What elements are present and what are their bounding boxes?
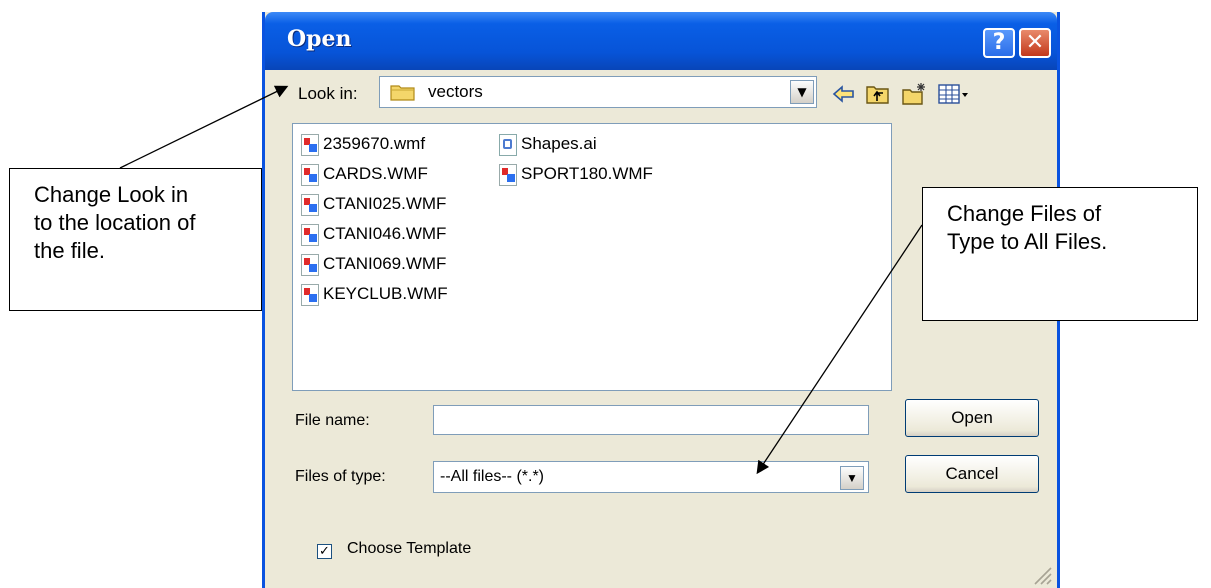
callout-filetype-line: Change Files of: [947, 201, 1102, 226]
view-menu-icon[interactable]: [937, 82, 971, 106]
callout-lookin-line: the file.: [34, 238, 105, 263]
open-button[interactable]: Open: [905, 399, 1039, 437]
filetype-label: Files of type:: [295, 468, 386, 485]
callout-lookin-line: to the location of: [34, 210, 196, 235]
resize-grip-icon[interactable]: [1031, 564, 1053, 586]
lookin-label: Look in:: [298, 84, 358, 103]
cancel-button[interactable]: Cancel: [905, 455, 1039, 493]
wmf-file-icon: [499, 163, 517, 186]
lookin-dropdown[interactable]: vectors ▼: [379, 76, 817, 108]
callout-filetype-line: Type to All Files.: [947, 229, 1108, 254]
wmf-file-icon: [301, 133, 319, 156]
filetype-chevron-down-icon[interactable]: ▼: [840, 466, 864, 490]
list-item[interactable]: CTANI025.WMF: [301, 190, 446, 218]
list-item[interactable]: KEYCLUB.WMF: [301, 280, 448, 308]
callout-filetype: Change Files of Type to All Files.: [922, 187, 1198, 321]
back-arrow-icon[interactable]: [831, 82, 857, 106]
wmf-file-icon: [301, 163, 319, 186]
ai-file-icon: [499, 133, 517, 156]
dialog-title: Open: [287, 26, 352, 52]
file-list[interactable]: 2359670.wmf CARDS.WMF CTANI025.WMF CTANI…: [292, 123, 892, 391]
filetype-value: --All files-- (*.*): [440, 468, 544, 485]
lookin-value: vectors: [428, 82, 483, 101]
wmf-file-icon: [301, 283, 319, 306]
callout-lookin: Change Look in to the location of the fi…: [9, 168, 262, 311]
wmf-file-icon: [301, 193, 319, 216]
wmf-file-icon: [301, 223, 319, 246]
choose-template-checkbox[interactable]: ✓: [317, 544, 332, 559]
callout-lookin-line: Change Look in: [34, 182, 189, 207]
title-bar[interactable]: Open ? ✕: [265, 12, 1057, 70]
help-button[interactable]: ?: [983, 28, 1015, 58]
filename-input[interactable]: [433, 405, 869, 435]
filetype-dropdown[interactable]: --All files-- (*.*) ▼: [433, 461, 869, 493]
choose-template-label: Choose Template: [347, 540, 472, 557]
close-button[interactable]: ✕: [1019, 28, 1051, 58]
list-item[interactable]: 2359670.wmf: [301, 130, 425, 158]
up-folder-icon[interactable]: [865, 82, 891, 106]
new-folder-icon[interactable]: [901, 82, 927, 106]
list-item[interactable]: CTANI046.WMF: [301, 220, 446, 248]
filename-label: File name:: [295, 412, 370, 429]
list-item[interactable]: SPORT180.WMF: [499, 160, 653, 188]
folder-icon: [390, 85, 415, 101]
list-item[interactable]: CARDS.WMF: [301, 160, 428, 188]
lookin-chevron-down-icon[interactable]: ▼: [790, 80, 814, 104]
list-item[interactable]: Shapes.ai: [499, 130, 597, 158]
wmf-file-icon: [301, 253, 319, 276]
list-item[interactable]: CTANI069.WMF: [301, 250, 446, 278]
